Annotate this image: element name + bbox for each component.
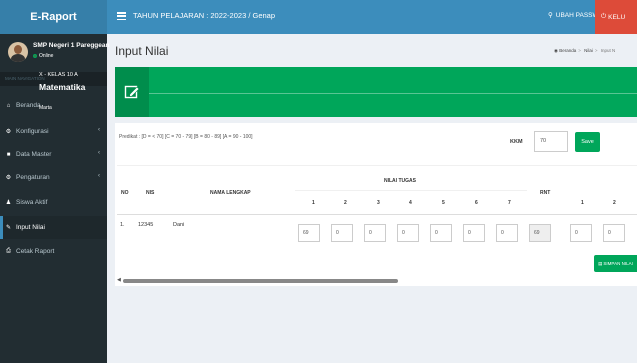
col-header-rnt: RNT — [540, 190, 551, 196]
sidebar-item-konfigurasi[interactable]: ⚙ Konfigurasi ‹ — [0, 120, 107, 143]
col-header-nilai-tugas: NILAI TUGAS — [384, 178, 416, 184]
breadcrumb-item: Input N — [600, 48, 616, 53]
chevron-left-icon: ‹ — [98, 127, 100, 133]
rnt-value: 69 — [529, 224, 551, 242]
class-name: X - KELAS 10 A — [39, 72, 78, 78]
dashboard-icon: ◉ — [554, 48, 558, 53]
predikat-info: Predikat : [D = < 70] [C = 70 - 79] [B =… — [119, 134, 253, 140]
status-dot-icon — [33, 54, 37, 58]
col-header-tugas-2: 2 — [344, 200, 347, 206]
table-top-border — [117, 165, 637, 166]
power-icon: ⏻ — [601, 13, 607, 20]
row-nama: Dani — [173, 222, 185, 228]
edit-icon: ✎ — [5, 225, 12, 231]
user-panel: SMP Negeri 1 Pareggean Online — [0, 34, 110, 68]
subject-banner — [115, 67, 637, 117]
chevron-left-icon: ‹ — [98, 173, 100, 179]
sidebar-item-cetak-raport[interactable]: ⎙ Cetak Raport — [0, 240, 107, 263]
tugas-input-4[interactable]: 0 — [397, 224, 419, 242]
tugas-input-3[interactable]: 0 — [364, 224, 386, 242]
scroll-left-icon[interactable]: ◀ — [117, 277, 121, 283]
col-header-no: NO — [121, 190, 129, 196]
save-grades-button[interactable]: ▤ SIMPAN NILAI — [594, 255, 637, 272]
extra-input-1[interactable]: 0 — [570, 224, 592, 242]
sidebar-item-label: Konfigurasi — [16, 128, 49, 135]
sidebar-item-siswa-aktif[interactable]: ♟ Siswa Aktif — [0, 191, 107, 214]
app-logo[interactable]: E-Raport — [0, 0, 107, 34]
sidebar-item-label: Beranda — [16, 102, 41, 109]
sidebar-item-beranda[interactable]: ⌂ Beranda — [0, 94, 107, 117]
key-icon: ⚲ — [548, 12, 553, 19]
save-grades-label: SIMPAN NILAI — [603, 261, 633, 266]
sidebar-item-label: Input Nilai — [16, 224, 45, 231]
page-title: Input Nilai — [115, 44, 169, 58]
sidebar-item-label: Cetak Raport — [16, 248, 55, 255]
edit-icon — [115, 67, 149, 117]
col-header-nis: NIS — [146, 190, 155, 196]
row-nis: 12345 — [138, 222, 154, 228]
col-header-extra-2: 2 — [613, 200, 616, 206]
sidebar-item-input-nilai[interactable]: ✎ Input Nilai — [0, 216, 107, 239]
col-header-tugas-6: 6 — [475, 200, 478, 206]
teacher-name: Marta — [39, 105, 52, 111]
breadcrumb-item[interactable]: Beranda — [559, 48, 576, 53]
breadcrumb-item[interactable]: Nilai — [584, 48, 593, 53]
sidebar-item-label: Data Master — [16, 151, 52, 158]
sidebar-toggle-icon[interactable] — [117, 12, 126, 20]
row-no: 1. — [120, 222, 125, 228]
print-icon: ⎙ — [6, 248, 11, 254]
sidebar-item-pengaturan[interactable]: ⚙ Pengaturan ‹ — [0, 166, 107, 189]
floppy-icon: ▤ — [598, 260, 603, 266]
kkm-label: KKM — [510, 139, 523, 145]
save-button[interactable]: Save — [575, 132, 600, 152]
cogs-icon: ⚙ — [5, 129, 12, 135]
logout-button[interactable]: ⏻ KELU — [595, 0, 637, 34]
sidebar-item-label: Pengaturan — [16, 174, 50, 181]
col-header-tugas-4: 4 — [409, 200, 412, 206]
col-header-tugas-7: 7 — [508, 200, 511, 206]
sidebar-item-label: Siswa Aktif — [16, 199, 48, 206]
tugas-input-6[interactable]: 0 — [463, 224, 485, 242]
tugas-input-1[interactable]: 69 — [298, 224, 320, 242]
col-header-nama: NAMA LENGKAP — [210, 190, 251, 196]
col-header-tugas-1: 1 — [312, 200, 315, 206]
col-header-extra-1: 1 — [581, 200, 584, 206]
kkm-input[interactable]: 70 — [534, 131, 568, 152]
online-status: Online — [33, 53, 53, 59]
home-icon: ⌂ — [6, 102, 11, 109]
logout-label: KELU — [608, 13, 626, 21]
horizontal-scrollbar[interactable] — [123, 279, 398, 283]
avatar — [8, 42, 28, 62]
sidebar-item-data-master[interactable]: ■ Data Master ‹ — [0, 143, 107, 166]
gear-icon: ⚙ — [5, 175, 12, 181]
tugas-input-2[interactable]: 0 — [331, 224, 353, 242]
academic-year: TAHUN PELAJARAN : 2022-2023 / Genap — [133, 11, 276, 20]
chevron-left-icon: ‹ — [98, 150, 100, 156]
col-header-tugas-5: 5 — [442, 200, 445, 206]
school-name: SMP Negeri 1 Pareggean — [33, 42, 110, 49]
col-header-tugas-3: 3 — [377, 200, 380, 206]
extra-input-2[interactable]: 0 — [603, 224, 625, 242]
subject-name: Matematika — [39, 82, 86, 92]
tugas-input-5[interactable]: 0 — [430, 224, 452, 242]
folder-icon: ■ — [6, 151, 11, 158]
tugas-input-7[interactable]: 0 — [496, 224, 518, 242]
breadcrumb: ◉ Beranda > Nilai > Input N — [554, 48, 616, 53]
users-icon: ♟ — [5, 200, 12, 206]
